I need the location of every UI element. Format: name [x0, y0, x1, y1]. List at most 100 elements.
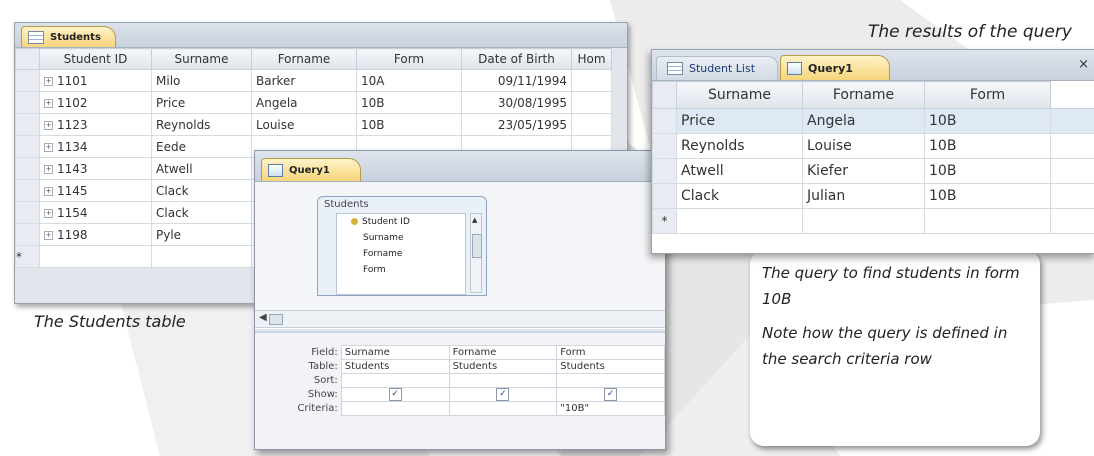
grid-cell-criteria[interactable] [448, 401, 558, 416]
record-selector[interactable] [15, 223, 40, 246]
cell-forname[interactable]: Angela [802, 108, 925, 134]
cell-form[interactable]: 10B [924, 183, 1051, 209]
table-row[interactable]: Clack Julian 10B [652, 183, 1094, 209]
cell-form[interactable]: 10B [924, 133, 1051, 159]
table-row[interactable]: Atwell Kiefer 10B [652, 158, 1094, 184]
horizontal-scrollbar[interactable]: ◀ [255, 310, 665, 333]
empty-cell[interactable] [39, 245, 152, 268]
cell-forname[interactable]: Louise [802, 133, 925, 159]
cell-surname[interactable]: Price [676, 108, 803, 134]
expand-icon[interactable]: + [44, 98, 53, 108]
tab-student-list[interactable]: Student List [656, 56, 778, 80]
record-selector[interactable] [652, 133, 677, 159]
empty-cell[interactable] [1050, 208, 1094, 234]
record-selector[interactable] [15, 179, 40, 202]
tab-students[interactable]: Students [21, 26, 116, 47]
cell-id[interactable]: +1143 [39, 157, 152, 180]
expand-icon[interactable]: + [44, 76, 53, 86]
grid-cell-field[interactable]: Surname [340, 345, 450, 360]
expand-icon[interactable]: + [44, 142, 53, 152]
cell-surname[interactable]: Clack [151, 201, 252, 224]
column-header[interactable]: Surname [676, 81, 803, 109]
grid-cell-field[interactable]: Form [556, 345, 665, 360]
record-selector[interactable] [15, 135, 40, 158]
cell-surname[interactable]: Clack [151, 179, 252, 202]
hscroll-thumb[interactable] [269, 314, 283, 325]
cell-surname[interactable]: Eede [151, 135, 252, 158]
scroll-up-icon[interactable]: ▲ [472, 216, 477, 224]
table-row[interactable]: Price Angela 10B [652, 108, 1094, 134]
field-list-item[interactable]: Student ID [337, 214, 465, 230]
expand-icon[interactable]: + [44, 186, 53, 196]
column-header[interactable]: Form [356, 48, 462, 70]
grid-cell-criteria[interactable] [340, 401, 450, 416]
grid-cell-table[interactable]: Students [448, 359, 558, 374]
grid-cell-sort[interactable] [340, 373, 450, 388]
select-all-corner[interactable] [652, 81, 677, 109]
cell-surname[interactable]: Milo [151, 69, 252, 92]
column-header[interactable]: Date of Birth [461, 48, 572, 70]
empty-cell[interactable] [151, 245, 252, 268]
column-header[interactable]: Hom [571, 48, 612, 70]
grid-cell-table[interactable]: Students [340, 359, 450, 374]
cell-forname[interactable]: Angela [251, 91, 357, 114]
record-selector[interactable] [15, 157, 40, 180]
cell-hom[interactable] [571, 113, 612, 136]
students-field-list[interactable]: Students Student ID Surname Forname Form ▲ [317, 196, 487, 296]
record-selector[interactable] [15, 201, 40, 224]
scroll-thumb[interactable] [472, 234, 482, 258]
select-all-corner[interactable] [15, 48, 40, 70]
cell-form[interactable]: 10B [356, 113, 462, 136]
cell-form[interactable]: 10A [356, 69, 462, 92]
show-checkbox[interactable]: ✓ [496, 388, 510, 401]
grid-cell-sort[interactable] [448, 373, 558, 388]
record-selector[interactable] [15, 91, 40, 114]
cell-form[interactable]: 10B [924, 158, 1051, 184]
record-selector[interactable] [652, 183, 677, 209]
grid-cell-criteria[interactable]: "10B" [556, 401, 665, 416]
close-icon[interactable]: × [1078, 57, 1089, 72]
cell-id[interactable]: +1102 [39, 91, 152, 114]
cell-form[interactable]: 10B [356, 91, 462, 114]
record-selector[interactable] [652, 108, 677, 134]
field-list-item[interactable]: Surname [337, 230, 465, 246]
record-selector[interactable] [15, 113, 40, 136]
new-record-row[interactable]: * [652, 208, 1094, 234]
column-header[interactable]: Student ID [39, 48, 152, 70]
table-row[interactable]: +1123 Reynolds Louise 10B 23/05/1995 [15, 113, 612, 136]
table-row[interactable]: +1101 Milo Barker 10A 09/11/1994 [15, 69, 612, 92]
show-checkbox[interactable]: ✓ [388, 388, 402, 401]
field-list-scrollbar[interactable]: ▲ [470, 213, 482, 293]
grid-cell-show[interactable]: ✓ [448, 387, 558, 402]
cell-forname[interactable]: Louise [251, 113, 357, 136]
cell-id[interactable]: +1154 [39, 201, 152, 224]
column-header[interactable]: Forname [802, 81, 925, 109]
cell-surname[interactable]: Atwell [151, 157, 252, 180]
expand-icon[interactable]: + [44, 120, 53, 130]
cell-id[interactable]: +1123 [39, 113, 152, 136]
tab-query1-design[interactable]: Query1 [261, 158, 361, 181]
cell-dob[interactable]: 09/11/1994 [461, 69, 572, 92]
column-header[interactable]: Form [924, 81, 1051, 109]
cell-forname[interactable]: Kiefer [802, 158, 925, 184]
record-selector[interactable] [15, 69, 40, 92]
grid-cell-table[interactable]: Students [556, 359, 665, 374]
cell-surname[interactable]: Pyle [151, 223, 252, 246]
cell-hom[interactable] [571, 91, 612, 114]
expand-icon[interactable]: + [44, 164, 53, 174]
record-selector[interactable] [652, 158, 677, 184]
field-list-item[interactable]: Forname [337, 246, 465, 262]
cell-forname[interactable]: Barker [251, 69, 357, 92]
empty-cell[interactable] [802, 208, 925, 234]
cell-id[interactable]: +1145 [39, 179, 152, 202]
cell-surname[interactable]: Reynolds [676, 133, 803, 159]
cell-surname[interactable]: Reynolds [151, 113, 252, 136]
show-checkbox[interactable]: ✓ [604, 388, 618, 401]
empty-cell[interactable] [924, 208, 1051, 234]
cell-dob[interactable]: 30/08/1995 [461, 91, 572, 114]
grid-cell-show[interactable]: ✓ [340, 387, 450, 402]
column-header[interactable]: Forname [251, 48, 357, 70]
cell-id[interactable]: +1198 [39, 223, 152, 246]
tab-query1-results[interactable]: Query1 [780, 55, 890, 80]
cell-surname[interactable]: Price [151, 91, 252, 114]
